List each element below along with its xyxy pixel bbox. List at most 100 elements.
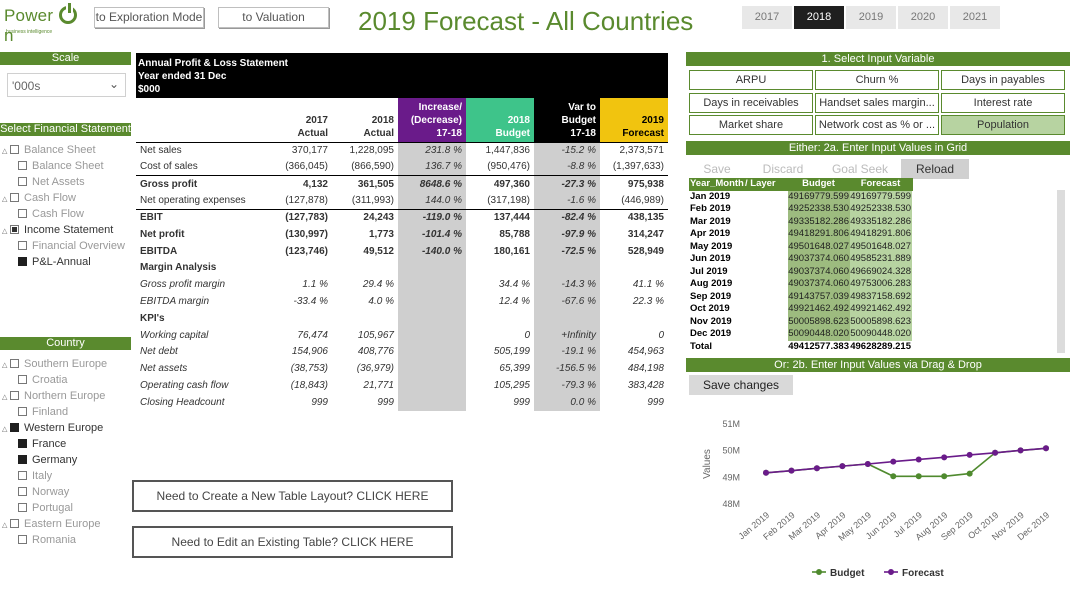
country-item[interactable]: Norway [2, 484, 132, 500]
grid-budget-cell[interactable]: 50005898.623 [788, 315, 850, 328]
fin-item[interactable]: Balance Sheet [2, 158, 132, 174]
checkbox-icon[interactable] [18, 487, 27, 496]
checkbox-icon[interactable] [18, 241, 27, 250]
grid-forecast-cell[interactable]: 49921462.492 [850, 303, 912, 316]
scale-dropdown[interactable]: '000s ⌄ [7, 73, 126, 97]
checkbox-icon[interactable] [10, 145, 19, 154]
grid-budget-cell[interactable]: 49921462.492 [788, 303, 850, 316]
country-item[interactable]: Croatia [2, 372, 132, 388]
valuation-button[interactable]: to Valuation [218, 7, 329, 28]
expand-icon[interactable]: △ [2, 358, 9, 374]
fin-item[interactable]: Financial Overview [2, 238, 132, 254]
edit-table-button[interactable]: Need to Edit an Existing Table? CLICK HE… [132, 526, 453, 558]
checkbox-icon[interactable] [18, 455, 27, 464]
checkbox-icon[interactable] [18, 503, 27, 512]
checkbox-icon[interactable] [18, 257, 27, 266]
year-tab-2018[interactable]: 2018 [794, 6, 844, 29]
create-table-layout-button[interactable]: Need to Create a New Table Layout? CLICK… [132, 480, 453, 512]
variable-button[interactable]: Days in receivables [689, 92, 813, 113]
year-tab-2017[interactable]: 2017 [742, 6, 792, 29]
checkbox-icon[interactable] [18, 535, 27, 544]
expand-icon[interactable]: △ [2, 422, 9, 438]
grid-budget-cell[interactable]: 49169779.599 [788, 190, 850, 203]
grid-forecast-cell[interactable]: 49501648.027 [850, 240, 912, 253]
checkbox-icon[interactable] [18, 209, 27, 218]
expand-icon[interactable]: △ [2, 518, 9, 534]
variable-button[interactable]: Days in payables [941, 70, 1065, 90]
checkbox-icon[interactable] [18, 439, 27, 448]
country-item[interactable]: Finland [2, 404, 132, 420]
tool-goal-seek-button[interactable]: Goal Seek [821, 159, 899, 179]
checkbox-icon[interactable] [10, 225, 19, 234]
grid-budget-cell[interactable]: 49037374.060 [788, 253, 850, 266]
grid-forecast-cell[interactable]: 49753006.283 [850, 278, 912, 291]
fin-item[interactable]: P&L-Annual [2, 254, 132, 270]
checkbox-icon[interactable] [18, 471, 27, 480]
fin-item[interactable]: △ Cash Flow [2, 190, 132, 206]
grid-budget-cell[interactable]: 50090448.020 [788, 328, 850, 341]
data-point-budget [915, 473, 922, 480]
variable-button[interactable]: Market share [689, 115, 813, 135]
tool-save-button[interactable]: Save [689, 159, 745, 179]
grid-budget-cell[interactable]: 49252338.530 [788, 203, 850, 216]
year-tab-2019[interactable]: 2019 [846, 6, 896, 29]
grid-forecast-cell[interactable]: 49585231.889 [850, 253, 912, 266]
country-item[interactable]: △ Eastern Europe [2, 516, 132, 532]
expand-icon[interactable]: △ [2, 224, 9, 240]
tool-discard-button[interactable]: Discard [747, 159, 819, 179]
country-item[interactable]: Romania [2, 532, 132, 548]
country-item[interactable]: Germany [2, 452, 132, 468]
grid-forecast-cell[interactable]: 49837158.692 [850, 290, 912, 303]
grid-budget-cell[interactable]: 49143757.039 [788, 290, 850, 303]
checkbox-icon[interactable] [10, 391, 19, 400]
checkbox-icon[interactable] [18, 407, 27, 416]
variable-button[interactable]: ARPU [689, 70, 813, 90]
save-changes-button[interactable]: Save changes [689, 375, 793, 395]
grid-forecast-cell[interactable]: 49669024.328 [850, 265, 912, 278]
checkbox-icon[interactable] [10, 193, 19, 202]
fin-item[interactable]: Net Assets [2, 174, 132, 190]
country-item[interactable]: △ Southern Europe [2, 356, 132, 372]
fin-item[interactable]: △ Balance Sheet [2, 142, 132, 158]
checkbox-icon[interactable] [10, 359, 19, 368]
expand-icon[interactable]: △ [2, 144, 9, 160]
variable-button[interactable]: Handset sales margin... [815, 92, 939, 113]
checkbox-icon[interactable] [18, 375, 27, 384]
fin-item[interactable]: Cash Flow [2, 206, 132, 222]
checkbox-icon[interactable] [18, 177, 27, 186]
power-icon [59, 3, 78, 24]
grid-budget-cell[interactable]: 49418291.806 [788, 228, 850, 241]
grid-forecast-cell[interactable]: 49418291.806 [850, 228, 912, 241]
variable-button[interactable]: Network cost as % or ... [815, 115, 939, 135]
grid-budget-cell[interactable]: 49501648.027 [788, 240, 850, 253]
exploration-mode-button[interactable]: to Exploration Mode [94, 7, 204, 28]
grid-scrollbar[interactable] [1057, 190, 1065, 353]
checkbox-icon[interactable] [10, 519, 19, 528]
checkbox-icon[interactable] [10, 423, 19, 432]
expand-icon[interactable]: △ [2, 192, 9, 208]
grid-forecast-cell[interactable]: 49252338.530 [850, 203, 912, 216]
variable-button[interactable]: Interest rate [941, 92, 1065, 113]
y-tick-label: 48M [722, 499, 740, 509]
year-tab-2020[interactable]: 2020 [898, 6, 948, 29]
country-item[interactable]: △ Northern Europe [2, 388, 132, 404]
country-item[interactable]: Portugal [2, 500, 132, 516]
year-tab-2021[interactable]: 2021 [950, 6, 1000, 29]
variable-button[interactable]: Population [941, 115, 1065, 135]
table-cell: 314,247 [627, 228, 664, 240]
expand-icon[interactable]: △ [2, 390, 9, 406]
grid-forecast-cell[interactable]: 49335182.286 [850, 215, 912, 228]
fin-item[interactable]: △ Income Statement [2, 222, 132, 238]
grid-forecast-cell[interactable]: 50090448.020 [850, 328, 912, 341]
grid-budget-cell[interactable]: 49037374.060 [788, 265, 850, 278]
grid-budget-cell[interactable]: 49335182.286 [788, 215, 850, 228]
checkbox-icon[interactable] [18, 161, 27, 170]
grid-forecast-cell[interactable]: 50005898.623 [850, 315, 912, 328]
grid-budget-cell[interactable]: 49037374.060 [788, 278, 850, 291]
grid-forecast-cell[interactable]: 49169779.599 [850, 190, 912, 203]
variable-button[interactable]: Churn % [815, 70, 939, 90]
tool-reload-button[interactable]: Reload [901, 159, 969, 179]
country-item[interactable]: Italy [2, 468, 132, 484]
country-item[interactable]: △ Western Europe [2, 420, 132, 436]
country-item[interactable]: France [2, 436, 132, 452]
